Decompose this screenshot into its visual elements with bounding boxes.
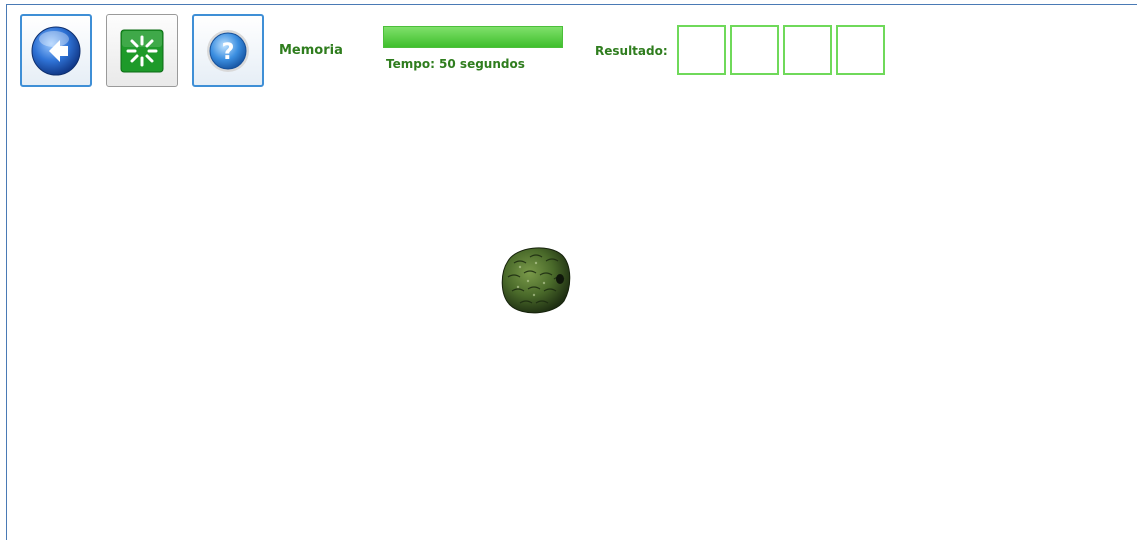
timer-bar [383,26,563,48]
result-slot [677,25,726,75]
restart-button[interactable] [106,14,178,87]
result-slot [730,25,779,75]
svg-text:?: ? [222,40,235,65]
result-slot [836,25,885,75]
timer-label: Tempo: 50 segundos [386,57,525,71]
back-arrow-icon [31,26,81,75]
result-slot [783,25,832,75]
result-slots [677,25,885,75]
restart-spinner-icon [120,29,164,72]
fruit-card[interactable] [498,241,573,317]
help-button[interactable]: ? [192,14,264,87]
timer-bar-fill [384,27,562,47]
game-title: Memoria [279,43,343,58]
back-button[interactable] [20,14,92,87]
result-label: Resultado: [595,44,668,58]
help-question-icon: ? [207,29,249,72]
